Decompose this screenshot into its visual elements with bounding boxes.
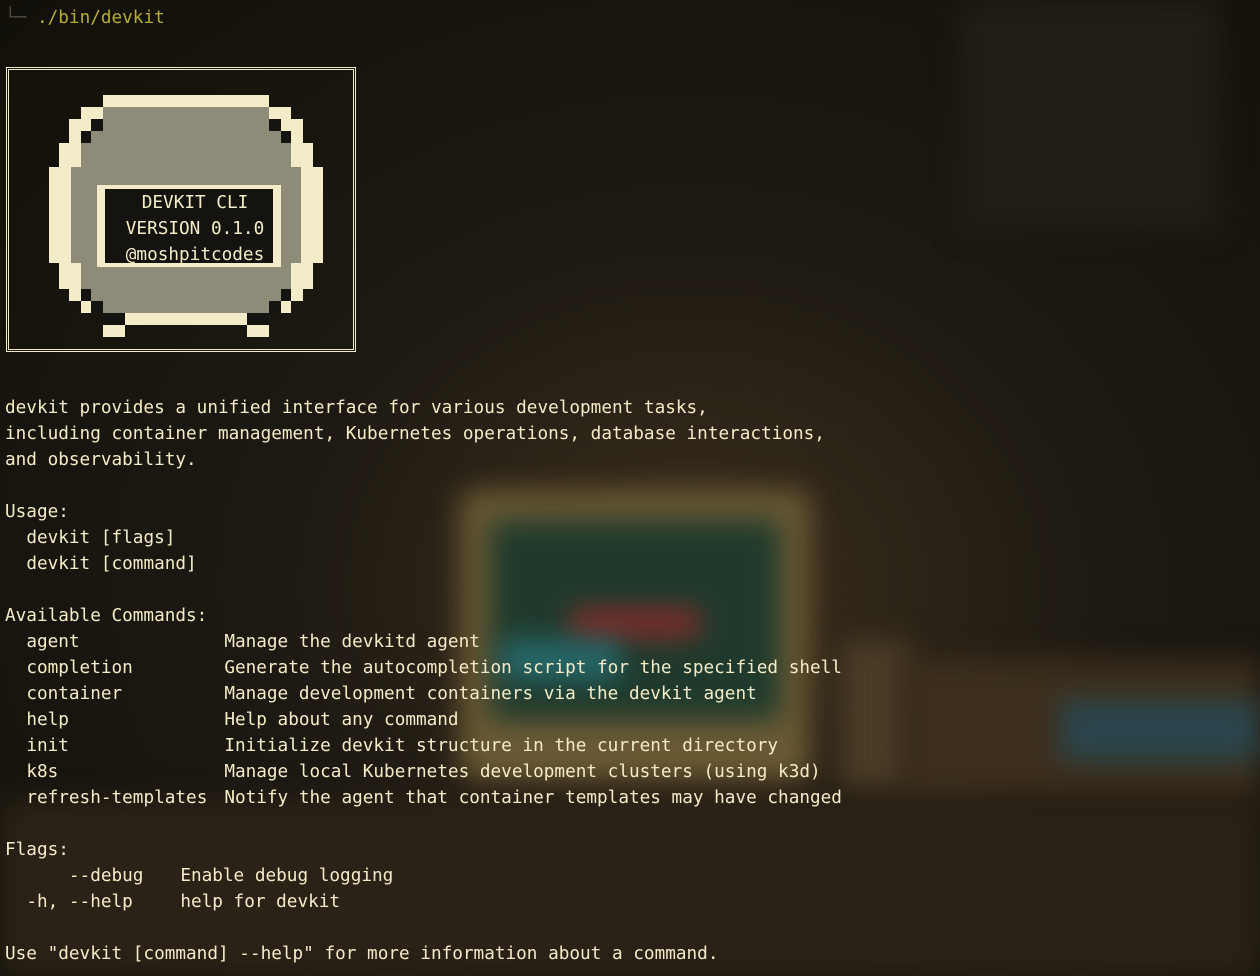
flag-desc: help for devkit (180, 892, 341, 912)
command-row: init Initialize devkit structure in the c… (5, 733, 778, 759)
tree-glyph: └─ (5, 8, 27, 28)
usage-line: devkit [command] (26, 554, 197, 574)
logo-version: VERSION 0.1.0 (125, 219, 265, 239)
command-desc: Initialize devkit structure in the curre… (224, 736, 779, 756)
command-name: refresh-templates (26, 788, 208, 808)
command-name: init (26, 736, 69, 756)
terminal-output[interactable]: └─ ./bin/devkit DEVKIT CLI VERSION 0.1.0… (0, 0, 1260, 976)
command-desc: Help about any command (224, 710, 459, 730)
description-line-1: devkit provides a unified interface for … (5, 398, 708, 418)
commands-header: Available Commands: (5, 606, 208, 626)
flag-desc: Enable debug logging (180, 866, 394, 886)
command-desc: Manage local Kubernetes development clus… (224, 762, 821, 782)
flag-name: -h, --help (26, 892, 133, 912)
command-name: container (26, 684, 123, 704)
command-name: help (26, 710, 69, 730)
help-footer: Use "devkit [command] --help" for more i… (5, 944, 719, 964)
command-row: container Manage development containers v… (5, 681, 757, 707)
description-line-2: including container management, Kubernet… (5, 424, 825, 444)
flag-name: --debug (26, 866, 144, 886)
command-desc: Generate the autocompletion script for t… (224, 658, 842, 678)
prompt-command: ./bin/devkit (36, 8, 165, 28)
command-row: refresh-templates Notify the agent that c… (5, 785, 842, 811)
command-row: completion Generate the autocompletion sc… (5, 655, 842, 681)
command-desc: Manage development containers via the de… (224, 684, 757, 704)
command-desc: Notify the agent that container template… (224, 788, 842, 808)
command-name: k8s (26, 762, 59, 782)
command-name: agent (26, 632, 80, 652)
description-line-3: and observability. (5, 450, 197, 470)
command-row: help Help about any command (5, 707, 459, 733)
usage-line: devkit [flags] (26, 528, 176, 548)
command-row: k8s Manage local Kubernetes development c… (5, 759, 821, 785)
command-name: completion (26, 658, 133, 678)
command-row: agent Manage the devkitd agent (5, 629, 480, 655)
logo-author: @moshpitcodes (125, 245, 265, 265)
flags-header: Flags: (5, 840, 69, 860)
usage-header: Usage: (5, 502, 69, 522)
logo-title: DEVKIT CLI (141, 193, 249, 213)
shell-prompt: └─ ./bin/devkit (5, 5, 165, 31)
flag-row: -h, --help help for devkit (5, 889, 340, 915)
flag-row: --debug Enable debug logging (5, 863, 393, 889)
logo-label: DEVKIT CLI VERSION 0.1.0 @moshpitcodes (107, 190, 283, 268)
devkit-logo: DEVKIT CLI VERSION 0.1.0 @moshpitcodes (6, 67, 356, 352)
command-desc: Manage the devkitd agent (224, 632, 480, 652)
